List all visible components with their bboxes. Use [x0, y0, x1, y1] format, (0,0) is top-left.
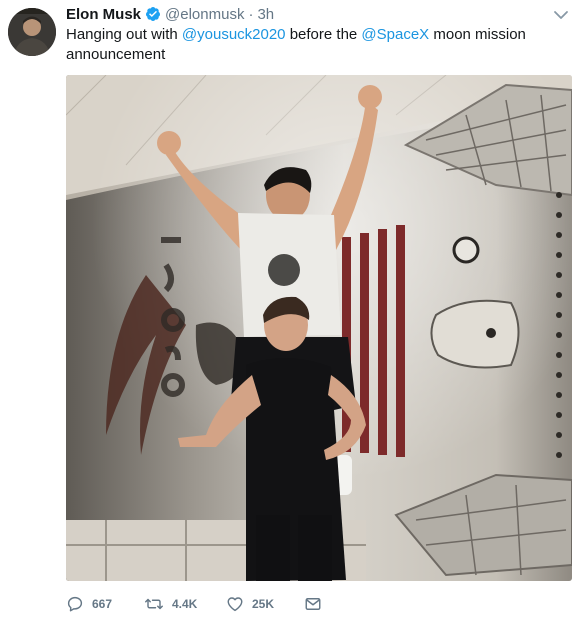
reply-count: 667 — [92, 597, 113, 611]
separator-dot: · — [248, 5, 254, 23]
direct-message-button[interactable] — [304, 595, 322, 613]
chevron-down-icon[interactable] — [553, 8, 569, 22]
reply-button[interactable]: 667 — [66, 595, 132, 613]
reply-icon — [67, 596, 83, 612]
timestamp[interactable]: 3h — [257, 6, 274, 23]
mention-link[interactable]: @yousuck2020 — [182, 26, 286, 43]
tweet-header: Elon Musk @elonmusk · 3h — [66, 4, 274, 24]
user-handle[interactable]: @elonmusk — [165, 6, 244, 23]
tweet-actions: 667 4.4K 25K — [66, 594, 322, 614]
display-name[interactable]: Elon Musk — [66, 6, 141, 23]
photo-image — [66, 75, 572, 581]
retweet-button[interactable]: 4.4K — [144, 595, 216, 613]
heart-icon — [227, 597, 243, 612]
avatar[interactable] — [8, 8, 56, 56]
avatar-image — [8, 8, 56, 56]
tweet-card[interactable]: Elon Musk @elonmusk · 3h Hanging out wit… — [0, 0, 581, 621]
tweet-text-segment: Hanging out with — [66, 26, 182, 43]
tweet-text-segment: before the — [285, 26, 362, 43]
tweet-text: Hanging out with @yousuck2020 before the… — [66, 25, 536, 65]
like-count: 25K — [252, 597, 275, 611]
like-button[interactable]: 25K — [226, 595, 296, 613]
verified-badge-icon — [146, 7, 161, 21]
tweet-photo[interactable] — [66, 75, 572, 581]
retweet-count: 4.4K — [172, 597, 198, 611]
retweet-icon — [145, 598, 163, 610]
mention-link[interactable]: @SpaceX — [361, 26, 429, 43]
envelope-icon — [305, 598, 321, 610]
